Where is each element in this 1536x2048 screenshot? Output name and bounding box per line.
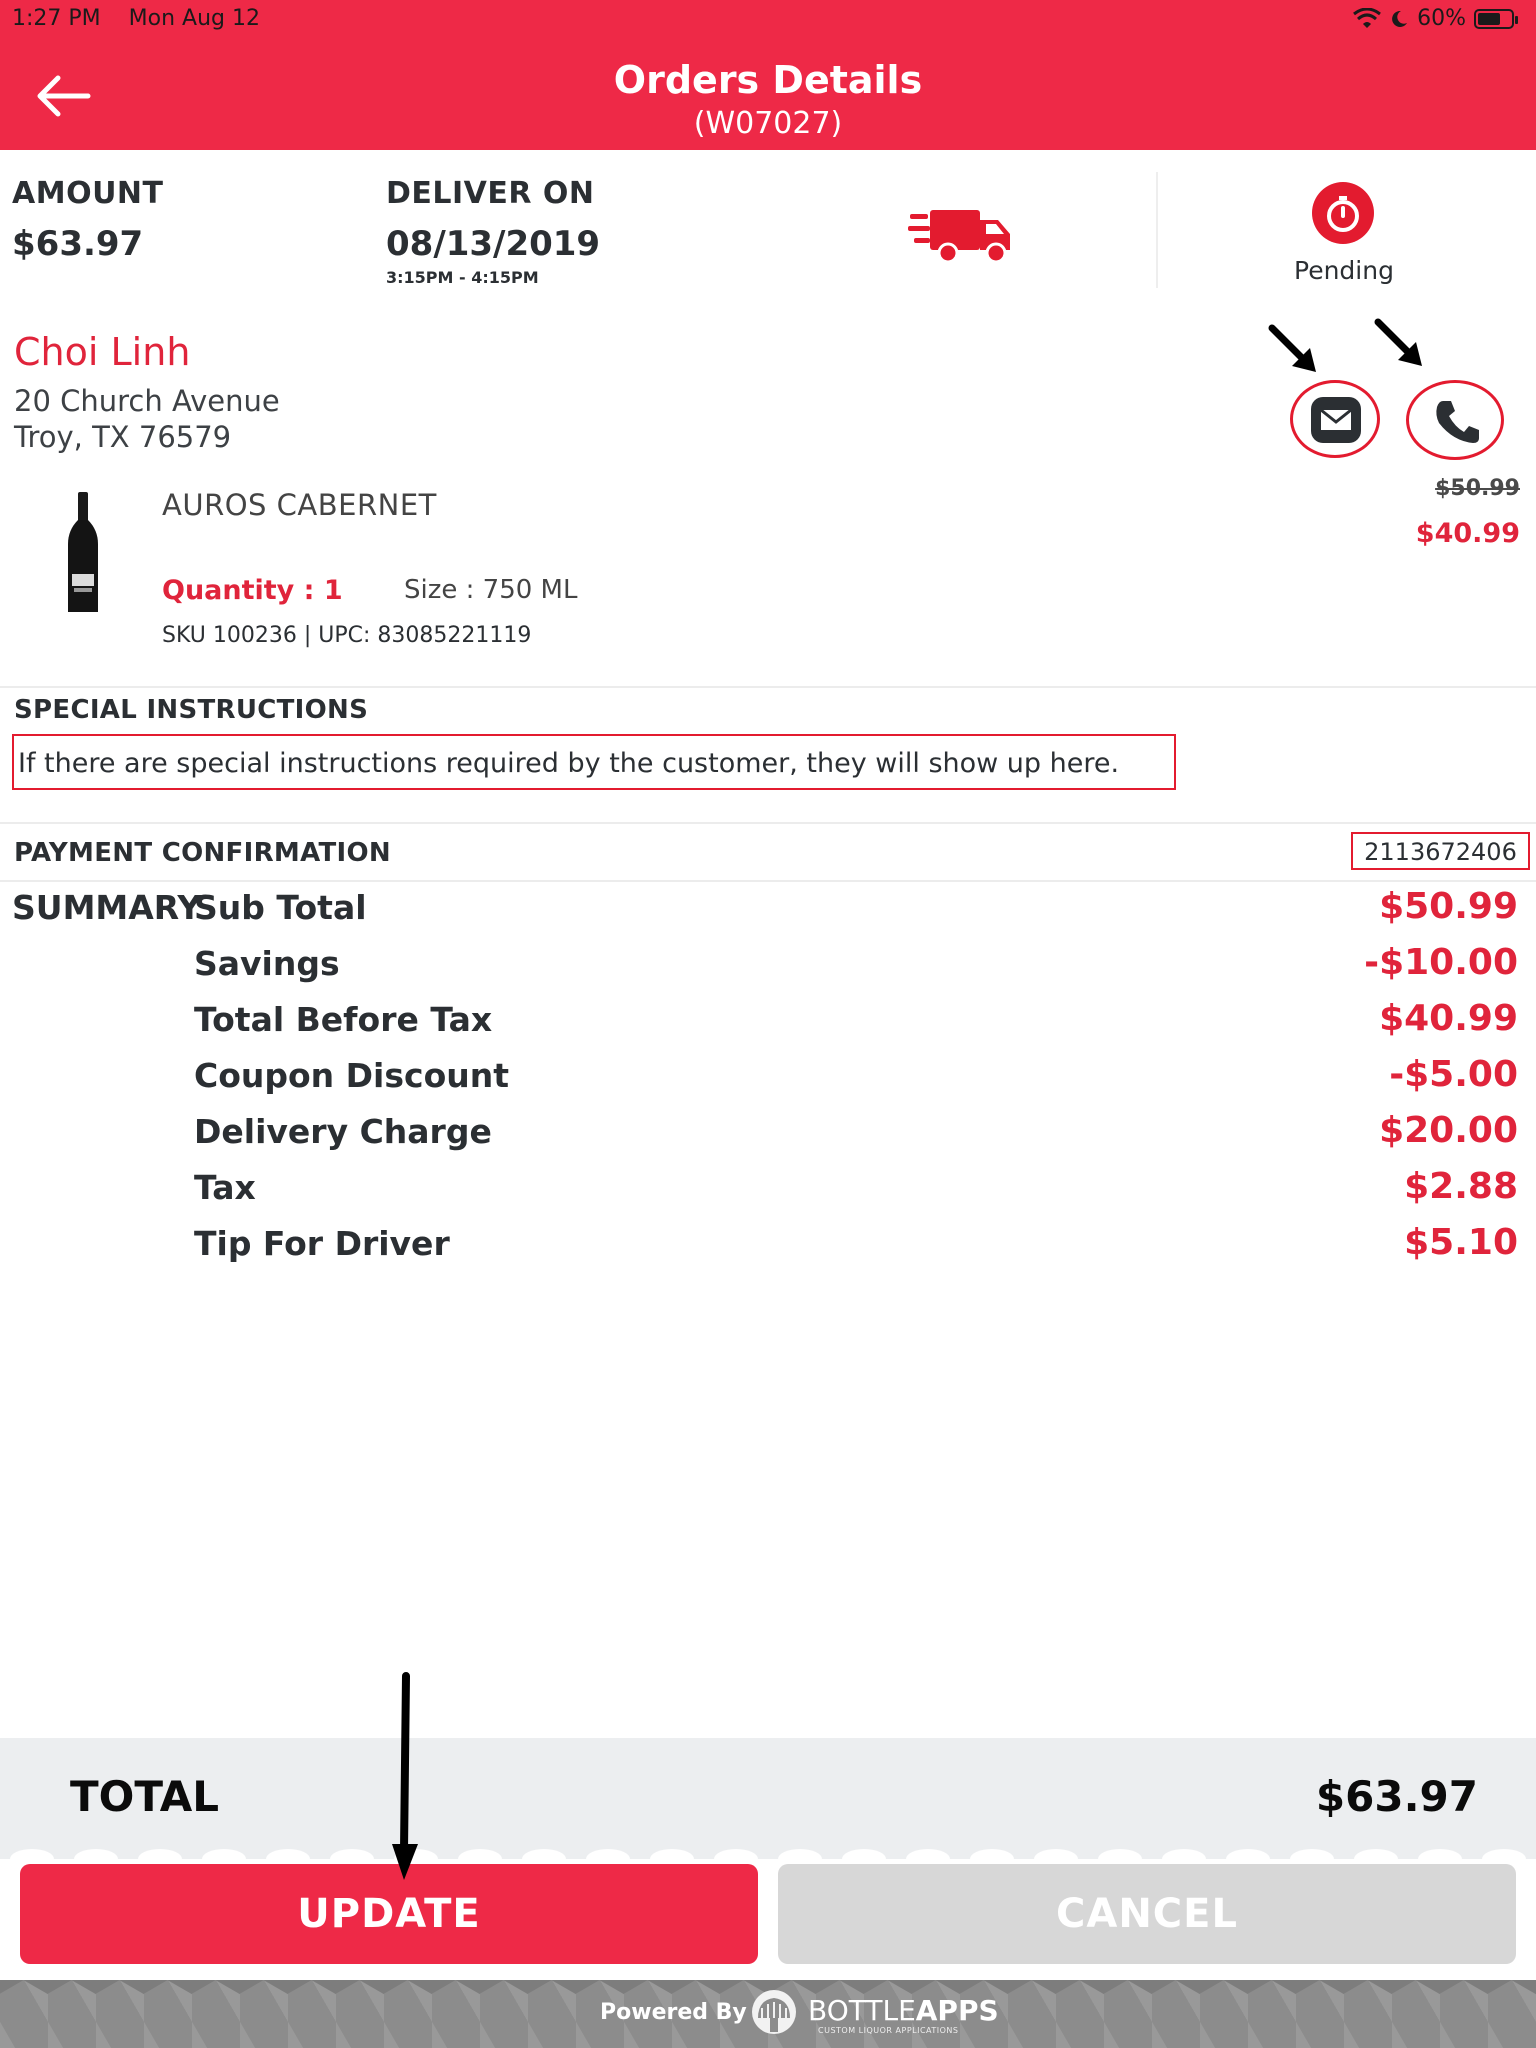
- product-name: AUROS CABERNET: [162, 488, 437, 522]
- summary-row-value: $20.00: [1379, 1110, 1518, 1151]
- battery-icon: [1474, 8, 1518, 29]
- powered-by-label: Powered By: [600, 2000, 747, 2025]
- wine-bottle-image: [68, 492, 98, 612]
- total-value: $63.97: [1315, 1772, 1478, 1821]
- customer-name: Choi Linh: [14, 330, 191, 374]
- deliver-window: 3:15PM - 4:15PM: [386, 268, 539, 287]
- order-status: Pending: [1294, 256, 1394, 285]
- order-id: (W07027): [693, 106, 843, 141]
- summary-row-value: -$5.00: [1389, 1054, 1518, 1095]
- annotation-arrow-mail: [1268, 324, 1316, 372]
- status-bar-time: 1:27 PM Mon Aug 12: [12, 6, 260, 31]
- battery-percent: 60%: [1417, 6, 1466, 31]
- stopwatch-icon: [1312, 182, 1374, 244]
- payment-confirmation-title: PAYMENT CONFIRMATION: [14, 838, 391, 868]
- mail-icon: [1311, 397, 1361, 443]
- customer-address-line1: 20 Church Avenue: [14, 384, 280, 418]
- divider: [0, 880, 1536, 882]
- status-bar-indicators: 60%: [1353, 6, 1518, 31]
- summary-row-value: $2.88: [1404, 1166, 1518, 1207]
- summary-row-label: Delivery Charge: [194, 1112, 492, 1151]
- special-instructions-title: SPECIAL INSTRUCTIONS: [14, 695, 369, 725]
- divider: [0, 822, 1536, 824]
- bottlecaps-wordmark: BOTTLEAPPS: [808, 1994, 999, 2027]
- overview-divider: [1156, 172, 1158, 288]
- summary-row-value: $5.10: [1404, 1222, 1518, 1263]
- deliver-on-label: DELIVER ON: [386, 176, 595, 211]
- special-instructions-text: If there are special instructions requir…: [18, 748, 1120, 779]
- total-label: TOTAL: [70, 1772, 220, 1821]
- total-bar: [0, 1738, 1536, 1852]
- summary-row-label: Savings: [194, 944, 340, 983]
- annotation-arrow-update: [392, 1672, 418, 1880]
- original-price: $50.99: [1435, 476, 1520, 501]
- total-bar-scalloped-edge: [0, 1845, 1536, 1859]
- summary-row-label: Total Before Tax: [194, 1000, 493, 1039]
- phone-icon: [1436, 401, 1479, 443]
- product-size: Size : 750 ML: [404, 575, 578, 605]
- customer-address-line2: Troy, TX 76579: [14, 420, 232, 454]
- product-quantity: Quantity : 1: [162, 575, 343, 606]
- summary-row-label: Tax: [194, 1168, 256, 1207]
- wifi-icon: [1353, 7, 1382, 28]
- amount-value: $63.97: [12, 224, 144, 264]
- phone-button[interactable]: [1406, 380, 1504, 460]
- divider: [0, 686, 1536, 688]
- bottlecaps-logo-icon: [752, 1990, 796, 2034]
- payment-confirmation-number: 2113672406: [1364, 838, 1517, 866]
- summary-row-label: Coupon Discount: [194, 1056, 509, 1095]
- summary-row-value: -$10.00: [1364, 942, 1518, 983]
- summary-row-value: $50.99: [1379, 886, 1518, 927]
- delivery-truck-icon: [908, 210, 1010, 264]
- summary-title: SUMMARY: [12, 888, 202, 927]
- sale-price: $40.99: [1415, 518, 1520, 549]
- deliver-date: 08/13/2019: [386, 224, 601, 264]
- summary-row-label: Sub Total: [194, 888, 367, 927]
- summary-row-label: Tip For Driver: [194, 1224, 450, 1263]
- product-sku-upc: SKU 100236 | UPC: 83085221119: [162, 623, 532, 648]
- mail-button[interactable]: [1290, 380, 1380, 458]
- summary-row-value: $40.99: [1379, 998, 1518, 1039]
- annotation-arrow-phone: [1374, 318, 1422, 366]
- moon-icon: [1392, 10, 1408, 27]
- cancel-button[interactable]: CANCEL: [778, 1864, 1516, 1964]
- brand-tagline: CUSTOM LIQUOR APPLICATIONS: [818, 2026, 959, 2035]
- page-title: Orders Details: [613, 58, 923, 102]
- amount-label: AMOUNT: [12, 176, 164, 211]
